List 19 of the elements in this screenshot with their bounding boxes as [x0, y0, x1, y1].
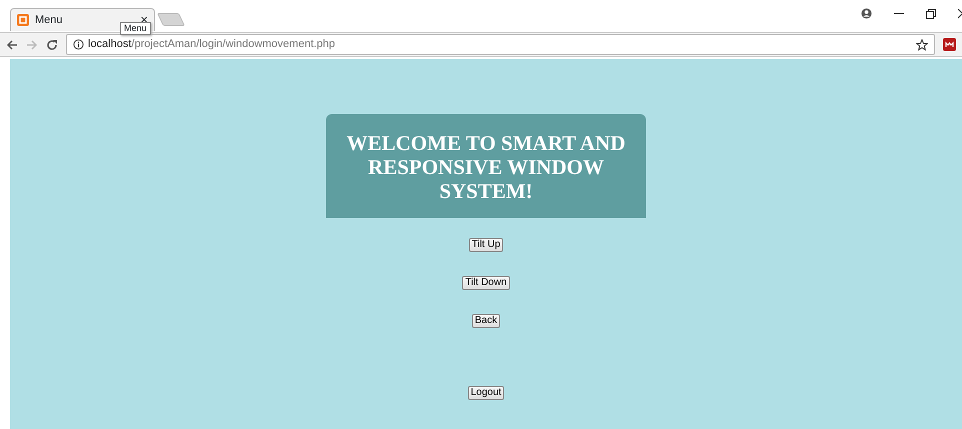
page-button[interactable]: Back: [472, 314, 500, 328]
reload-icon[interactable]: [46, 38, 58, 50]
welcome-heading: WELCOME TO SMART AND RESPONSIVE WINDOW SYSTEM!: [346, 131, 626, 204]
close-icon[interactable]: [958, 8, 962, 18]
app-icon: [17, 14, 29, 26]
page-button[interactable]: Tilt Down: [462, 276, 510, 290]
star-icon[interactable]: [916, 38, 928, 50]
page-button[interactable]: Logout: [468, 386, 504, 400]
profile-icon[interactable]: [861, 8, 872, 19]
tooltip: Menu: [120, 22, 151, 35]
url-host: localhost: [88, 37, 132, 52]
address-bar[interactable]: localhost/projectAman/login/windowmovement.php: [66, 34, 935, 55]
extension-icon[interactable]: [943, 38, 956, 51]
restore-icon[interactable]: [926, 8, 936, 18]
info-icon: [73, 39, 84, 50]
url-path: /projectAman/login/windowmovement.php: [131, 37, 336, 52]
back-icon[interactable]: [6, 38, 18, 50]
page-button[interactable]: Tilt Up: [468, 238, 504, 252]
minimize-icon[interactable]: [894, 12, 904, 14]
